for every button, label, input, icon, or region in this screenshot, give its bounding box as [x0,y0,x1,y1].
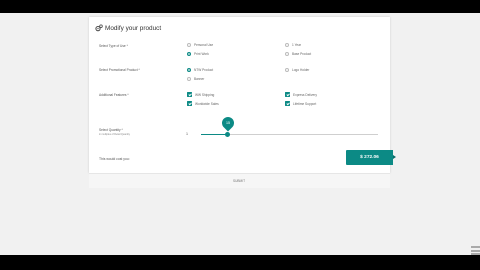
checkbox-label: Lifetime Support [293,101,317,106]
slider-handle[interactable] [225,132,231,137]
slider-value-text: 15 [225,121,230,125]
page-background: Modify your product Select Type of Use *… [0,13,480,255]
radio-button[interactable] [187,43,191,47]
promotional-product-label: Select Promotional Product * [99,68,140,72]
checkbox-checked[interactable] [285,92,290,97]
type-of-use-label: Select Type of Use * [99,44,128,48]
radio-button-selected[interactable] [187,68,191,72]
slider-value-bubble: 15 [219,114,237,132]
submit-button[interactable]: SUBMIT [223,178,255,184]
radio-base-product[interactable]: Base Product [285,52,311,56]
radio-one-year[interactable]: 1 Year [285,43,301,47]
price-amount: $ 272.06 [360,155,379,160]
checkbox-checked[interactable] [285,101,290,106]
radio-button[interactable] [285,43,289,47]
quantity-sublabel: in multiples of Retail Quantity [99,133,130,136]
radio-button[interactable] [187,77,191,81]
radio-button[interactable] [285,68,289,72]
checkbox-ww-shipping[interactable]: WW Shipping [187,92,214,97]
checkbox-label: Worldwide Sales [195,101,219,106]
radio-label: Base Product [292,52,312,56]
quantity-label: Select Quantity * [99,128,123,132]
quantity-slider[interactable]: 15 [201,114,378,137]
checkbox-label: Express Delivery [293,92,317,97]
cogs-icon [95,24,103,32]
radio-print-work[interactable]: Print Work [187,52,209,56]
radio-label: NTW Product [194,68,214,72]
cost-label: This would cost you: [99,157,130,161]
radio-label: Banner [194,77,205,81]
checkbox-checked[interactable] [187,101,192,106]
radio-label: Print Work [194,52,209,56]
form-footer: SUBMIT [89,173,390,188]
product-form-card: Modify your product Select Type of Use *… [89,17,396,188]
radio-label: Logo Holder [292,68,310,72]
checkbox-worldwide-sales[interactable]: Worldwide Sales [187,101,219,106]
checkbox-lifetime-support[interactable]: Lifetime Support [285,101,316,106]
form-title: Modify your product [95,24,161,32]
radio-button[interactable] [285,52,289,56]
checkbox-express-delivery[interactable]: Express Delivery [285,92,317,97]
quantity-min-value: 1 [186,132,188,136]
slider-fill [201,134,228,135]
radio-label: 1 Year [292,43,302,47]
price-tag: $ 272.06 [346,150,396,165]
checkbox-checked[interactable] [187,92,192,97]
radio-banner[interactable]: Banner [187,77,204,81]
radio-ntw-product[interactable]: NTW Product [187,68,213,72]
radio-button-selected[interactable] [187,52,191,56]
radio-label: Personal Use [194,43,214,47]
additional-features-label: Additional Features * [99,93,129,97]
radio-logo-holder[interactable]: Logo Holder [285,68,309,72]
checkbox-label: WW Shipping [195,92,215,97]
form-title-text: Modify your product [105,24,162,32]
radio-personal-use[interactable]: Personal Use [187,43,213,47]
list-icon [471,246,480,255]
